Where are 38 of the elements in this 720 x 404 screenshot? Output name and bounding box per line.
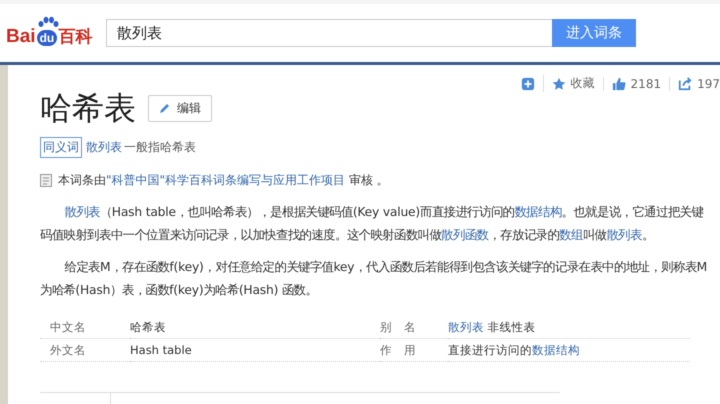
- body-paragraph: 给定表M，存在函数f(key)，对任意给定的关键字值key，代入函数后若能得到包含该关键字的记录在表中的地址，则称表M为哈希(Hash）表，函数f(key)为哈希(Hash) 函数。: [40, 259, 708, 300]
- review-note: 本词条由"科普中国"科学百科词条编写与应用工作项目 审核 。: [58, 172, 389, 190]
- link[interactable]: 散列表: [86, 139, 122, 156]
- body-paragraph: 散列表（Hash table，也叫哈希表），是根据关键码值(Key value)而直接进行访问的数据结构。也就是说，它通过把关键码值映射到表中一个位置来访问记录，以加快查找的速度。这个映射函数叫做散列函数，存放记录的数组叫做散列表。: [40, 204, 704, 244]
- link[interactable]: 散列函数: [441, 228, 488, 242]
- link[interactable]: 散列表: [64, 205, 100, 220]
- star-button[interactable]: 收藏: [542, 75, 603, 92]
- link[interactable]: "科普中国"科学百科词条编写与应用工作项目: [106, 173, 346, 188]
- info-value: 散列表 非线性表: [448, 320, 536, 334]
- link[interactable]: 散列表: [448, 320, 484, 334]
- link[interactable]: 数组: [559, 228, 583, 242]
- synonym-tag: 同义词: [40, 137, 82, 158]
- thumb-button[interactable]: 2181: [602, 76, 670, 90]
- link[interactable]: 数据结构: [514, 205, 562, 220]
- share-button[interactable]: 197: [669, 76, 720, 90]
- info-label: 中文名: [50, 320, 86, 334]
- edit-button[interactable]: 编辑: [148, 94, 212, 122]
- info-value: Hash table: [130, 343, 192, 358]
- share-icon: [678, 76, 692, 90]
- star-icon: [552, 76, 566, 90]
- thumb-icon: [612, 76, 626, 90]
- page-title: 哈希表: [40, 89, 136, 128]
- info-label: 作 用: [380, 342, 416, 357]
- info-label: 别 名: [380, 320, 416, 334]
- synonym-text: 一般指哈希表: [124, 139, 196, 156]
- logo-text: 百科: [58, 26, 92, 48]
- info-value: 哈希表: [130, 320, 166, 334]
- search-button[interactable]: 进入词条: [552, 19, 636, 47]
- info-value: 直接进行访问的数据结构: [448, 342, 580, 357]
- paw-icon: [36, 16, 59, 28]
- search-field[interactable]: 散列表: [106, 19, 552, 47]
- plus-icon: [520, 76, 535, 90]
- info-label: 外文名: [50, 342, 86, 357]
- pencil-icon: [159, 102, 171, 114]
- link[interactable]: 散列表: [606, 228, 642, 242]
- document-icon: [40, 174, 52, 188]
- logo-text: Bai: [6, 26, 36, 48]
- link[interactable]: 数据结构: [532, 342, 580, 357]
